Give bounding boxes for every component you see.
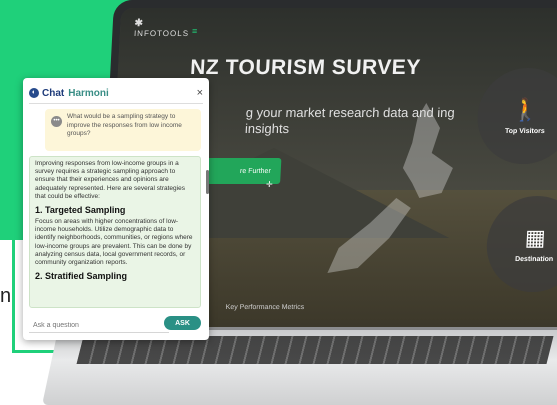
answer-paragraph: Focus on areas with higher concentration…: [35, 218, 193, 267]
ask-question-input[interactable]: [29, 318, 185, 332]
building-icon: ▦: [524, 224, 547, 250]
side-text-fragment: n: [0, 285, 12, 307]
chat-brand: Harmoni: [68, 87, 109, 99]
assistant-answer: Improving responses from low-income grou…: [29, 156, 201, 308]
destination-label: Destination: [514, 255, 554, 263]
chat-header: ◐ Chat Harmoni ×: [29, 85, 203, 101]
chat-title: Chat: [42, 87, 65, 99]
chat-divider: [29, 103, 203, 104]
user-question-bubble: ••• What would be a sampling strategy to…: [45, 109, 201, 151]
user-question-text: What would be a sampling strategy to imp…: [67, 113, 182, 137]
status-dot-icon: ≡: [191, 26, 198, 36]
close-icon[interactable]: ×: [197, 87, 203, 99]
page-title: NZ TOURISM SURVEY: [189, 56, 422, 79]
chat-panel: ◐ Chat Harmoni × ••• What would be a sam…: [23, 78, 209, 340]
logo-text: INFOTOOLS: [133, 29, 190, 38]
laptop-keys: [76, 336, 554, 364]
answer-heading: 1. Targeted Sampling: [35, 205, 126, 216]
mouse-cursor-icon: ✛: [265, 180, 273, 189]
infotools-logo: ✱ INFOTOOLS: [134, 18, 190, 38]
answer-heading: 2. Stratified Sampling: [35, 271, 128, 282]
logo-mark: ✱: [134, 18, 145, 29]
answer-intro: Improving responses from low-income grou…: [35, 160, 185, 200]
chat-scrollbar[interactable]: [206, 170, 209, 194]
speech-bubble-icon: •••: [51, 116, 62, 127]
input-underline: [29, 332, 169, 333]
ask-button[interactable]: ASK: [164, 316, 201, 330]
chat-logo-icon: ◐: [29, 88, 39, 98]
top-visitors-label: Top Visitors: [504, 127, 545, 135]
key-performance-metrics-link[interactable]: Key Performance Metrics: [225, 304, 304, 311]
page-subtitle: g your market research data and ing insi…: [244, 105, 456, 136]
hiker-icon: 🚶: [511, 96, 541, 122]
